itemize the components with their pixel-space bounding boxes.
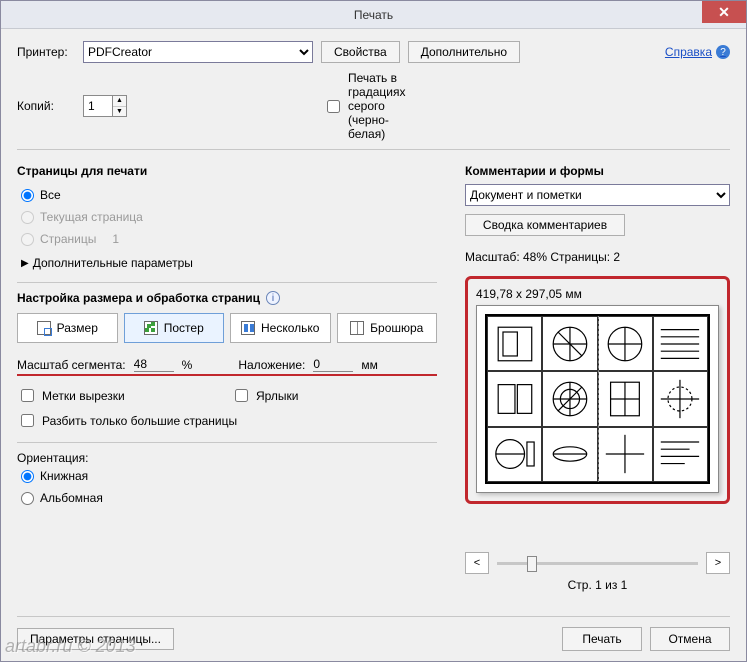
preview-slider[interactable] — [497, 562, 698, 565]
info-icon[interactable]: i — [266, 291, 280, 305]
copies-label: Копий: — [17, 99, 75, 113]
copies-spinner[interactable]: ▲▼ — [83, 95, 127, 117]
preview-next-button[interactable]: > — [706, 552, 730, 574]
window-title: Печать — [354, 8, 393, 22]
booklet-icon — [350, 321, 364, 335]
multiple-icon — [241, 321, 255, 335]
range-pages[interactable]: Страницы 1 — [21, 232, 437, 246]
range-current[interactable]: Текущая страница — [21, 210, 437, 224]
close-button[interactable]: ✕ — [702, 1, 746, 23]
print-dialog: Печать ✕ Принтер: PDFCreator Свойства До… — [0, 0, 747, 662]
titlebar: Печать ✕ — [1, 1, 746, 29]
mode-size-button[interactable]: Размер — [17, 313, 118, 343]
copies-input[interactable] — [84, 96, 112, 116]
preview-page — [476, 305, 719, 493]
scale-info: Масштаб: 48% Страницы: 2 — [465, 250, 730, 264]
help-link[interactable]: Справка ? — [665, 45, 730, 59]
preview-prev-button[interactable]: < — [465, 552, 489, 574]
cut-marks-checkbox[interactable]: Метки вырезки — [17, 386, 223, 405]
preview-frame: 419,78 x 297,05 мм — [465, 276, 730, 504]
overlap-label: Наложение: — [238, 358, 305, 372]
mode-poster-button[interactable]: Постер — [124, 313, 225, 343]
cancel-button[interactable]: Отмена — [650, 627, 730, 651]
comments-summary-button[interactable]: Сводка комментариев — [465, 214, 625, 236]
comments-title: Комментарии и формы — [465, 164, 730, 178]
properties-button[interactable]: Свойства — [321, 41, 400, 63]
printer-label: Принтер: — [17, 45, 75, 59]
large-only-checkbox[interactable]: Разбить только большие страницы — [17, 411, 437, 430]
orientation-title: Ориентация: — [17, 451, 437, 465]
printer-select[interactable]: PDFCreator — [83, 41, 313, 63]
slider-thumb[interactable] — [527, 556, 537, 572]
tile-scale-label: Масштаб сегмента: — [17, 358, 126, 372]
orient-landscape[interactable]: Альбомная — [21, 491, 437, 505]
mode-multi-button[interactable]: Несколько — [230, 313, 331, 343]
size-icon — [37, 321, 51, 335]
print-button[interactable]: Печать — [562, 627, 642, 651]
orient-portrait[interactable]: Книжная — [21, 469, 437, 483]
range-all[interactable]: Все — [21, 188, 437, 202]
page-indicator: Стр. 1 из 1 — [465, 578, 730, 592]
chevron-right-icon: ▶ — [21, 258, 29, 269]
overlap-input[interactable] — [313, 357, 353, 372]
help-icon: ? — [716, 45, 730, 59]
poster-icon — [144, 321, 158, 335]
more-options-toggle[interactable]: ▶ Дополнительные параметры — [21, 256, 437, 270]
mode-booklet-button[interactable]: Брошюра — [337, 313, 438, 343]
labels-checkbox[interactable]: Ярлыки — [231, 386, 437, 405]
page-setup-button[interactable]: Параметры страницы... — [17, 628, 174, 650]
tile-scale-input[interactable] — [134, 357, 174, 372]
sizing-title: Настройка размера и обработка страниц — [17, 291, 260, 305]
pages-to-print-title: Страницы для печати — [17, 164, 437, 178]
comments-select[interactable]: Документ и пометки — [465, 184, 730, 206]
advanced-button[interactable]: Дополнительно — [408, 41, 520, 63]
preview-dimensions: 419,78 x 297,05 мм — [476, 287, 719, 301]
grayscale-checkbox[interactable]: Печать в градациях серого (черно-белая) — [323, 71, 381, 141]
